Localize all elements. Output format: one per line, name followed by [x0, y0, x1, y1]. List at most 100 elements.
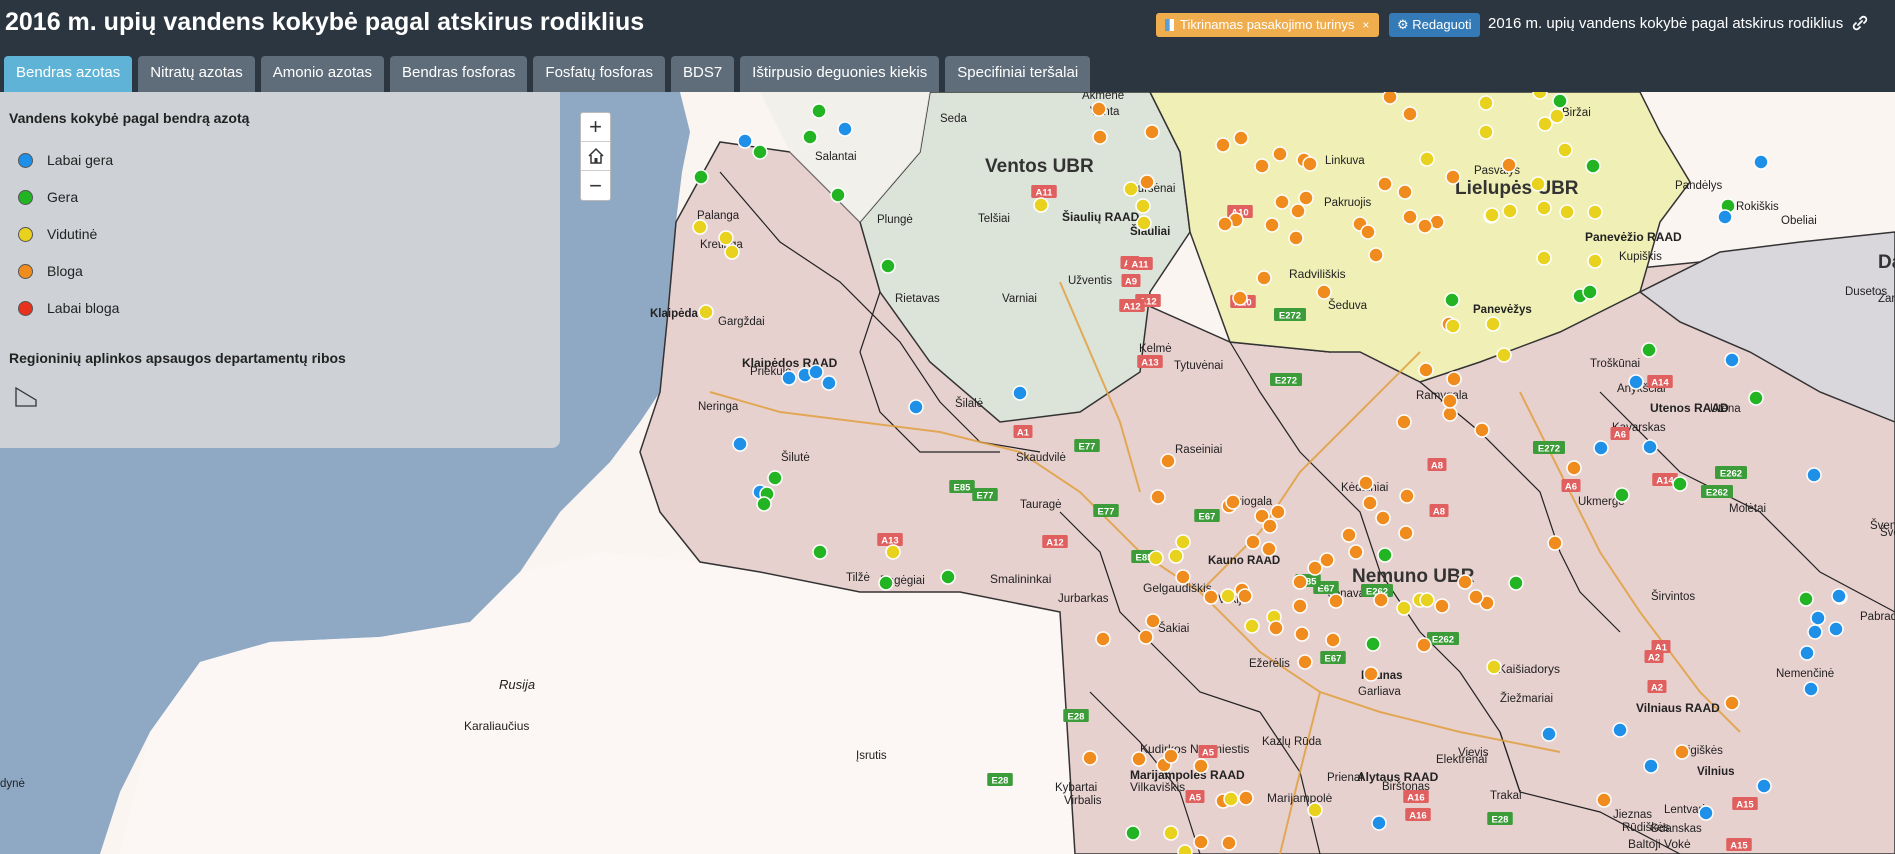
monitoring-station-marker[interactable] [1363, 666, 1379, 682]
monitoring-station-marker[interactable] [1362, 495, 1378, 511]
monitoring-station-marker[interactable] [756, 496, 772, 512]
monitoring-station-marker[interactable] [1177, 844, 1193, 854]
story-status-badge[interactable]: Tikrinamas pasakojimo turinys × [1156, 13, 1380, 37]
monitoring-station-marker[interactable] [1828, 621, 1844, 637]
monitoring-station-marker[interactable] [1724, 352, 1740, 368]
monitoring-station-marker[interactable] [1125, 825, 1141, 841]
monitoring-station-marker[interactable] [1402, 106, 1418, 122]
monitoring-station-marker[interactable] [1262, 518, 1278, 534]
monitoring-station-marker[interactable] [718, 230, 734, 246]
tab-fosfatu-fosforas[interactable]: Fosfatų fosforas [533, 56, 665, 92]
monitoring-station-marker[interactable] [1717, 209, 1733, 225]
monitoring-station-marker[interactable] [1316, 284, 1332, 300]
monitoring-station-marker[interactable] [1292, 598, 1308, 614]
monitoring-station-marker[interactable] [1373, 592, 1389, 608]
monitoring-station-marker[interactable] [1831, 588, 1847, 604]
monitoring-station-marker[interactable] [1221, 835, 1237, 851]
monitoring-station-marker[interactable] [1160, 453, 1176, 469]
monitoring-station-marker[interactable] [1484, 207, 1500, 223]
monitoring-station-marker[interactable] [693, 169, 709, 185]
monitoring-station-marker[interactable] [1446, 371, 1462, 387]
monitoring-station-marker[interactable] [1256, 270, 1272, 286]
monitoring-station-marker[interactable] [1382, 92, 1398, 105]
monitoring-station-marker[interactable] [830, 187, 846, 203]
monitoring-station-marker[interactable] [1375, 510, 1391, 526]
monitoring-station-marker[interactable] [1530, 176, 1546, 192]
monitoring-station-marker[interactable] [1244, 618, 1260, 634]
monitoring-station-marker[interactable] [1724, 695, 1740, 711]
monitoring-station-marker[interactable] [1012, 385, 1028, 401]
monitoring-station-marker[interactable] [1325, 632, 1341, 648]
monitoring-station-marker[interactable] [1270, 504, 1286, 520]
monitoring-station-marker[interactable] [1193, 834, 1209, 850]
monitoring-station-marker[interactable] [1418, 362, 1434, 378]
monitoring-station-marker[interactable] [1536, 200, 1552, 216]
monitoring-station-marker[interactable] [1803, 681, 1819, 697]
monitoring-station-marker[interactable] [1532, 92, 1548, 100]
monitoring-station-marker[interactable] [1358, 475, 1374, 491]
monitoring-station-marker[interactable] [1328, 593, 1344, 609]
monitoring-station-marker[interactable] [1136, 215, 1152, 231]
monitoring-station-marker[interactable] [1485, 316, 1501, 332]
monitoring-station-marker[interactable] [781, 370, 797, 386]
monitoring-station-marker[interactable] [1377, 176, 1393, 192]
monitoring-station-marker[interactable] [1756, 778, 1772, 794]
monitoring-station-marker[interactable] [1628, 374, 1644, 390]
monitoring-station-marker[interactable] [808, 364, 824, 380]
monitoring-station-marker[interactable] [1557, 142, 1573, 158]
monitoring-station-marker[interactable] [837, 121, 853, 137]
monitoring-station-marker[interactable] [1163, 748, 1179, 764]
monitoring-station-marker[interactable] [1585, 158, 1601, 174]
monitoring-station-marker[interactable] [1341, 527, 1357, 543]
monitoring-station-marker[interactable] [940, 569, 956, 585]
monitoring-station-marker[interactable] [1496, 347, 1512, 363]
monitoring-station-marker[interactable] [1417, 218, 1433, 234]
monitoring-station-marker[interactable] [1419, 151, 1435, 167]
tab-amonio-azotas[interactable]: Amonio azotas [260, 56, 385, 92]
monitoring-station-marker[interactable] [737, 133, 753, 149]
monitoring-station-marker[interactable] [1442, 406, 1458, 422]
monitoring-station-marker[interactable] [1474, 422, 1490, 438]
monitoring-station-marker[interactable] [1748, 390, 1764, 406]
monitoring-station-marker[interactable] [878, 575, 894, 591]
monitoring-station-marker[interactable] [1468, 589, 1484, 605]
monitoring-station-marker[interactable] [1148, 550, 1164, 566]
monitoring-station-marker[interactable] [1614, 487, 1630, 503]
zoom-in-button[interactable]: + [581, 113, 610, 142]
monitoring-station-marker[interactable] [1288, 230, 1304, 246]
monitoring-station-marker[interactable] [1238, 790, 1254, 806]
monitoring-station-marker[interactable] [1139, 174, 1155, 190]
monitoring-station-marker[interactable] [1508, 575, 1524, 591]
monitoring-station-marker[interactable] [1274, 194, 1290, 210]
monitoring-station-marker[interactable] [812, 544, 828, 560]
monitoring-station-marker[interactable] [1264, 217, 1280, 233]
monitoring-station-marker[interactable] [1360, 224, 1376, 240]
tab-bds7[interactable]: BDS7 [670, 56, 735, 92]
monitoring-station-marker[interactable] [1799, 645, 1815, 661]
monitoring-station-marker[interactable] [1549, 108, 1565, 124]
monitoring-station-marker[interactable] [1272, 146, 1288, 162]
legend-item-labai-gera[interactable]: Labai gera [18, 150, 113, 170]
monitoring-station-marker[interactable] [692, 219, 708, 235]
monitoring-station-marker[interactable] [1397, 184, 1413, 200]
monitoring-station-marker[interactable] [724, 244, 740, 260]
monitoring-station-marker[interactable] [1486, 659, 1502, 675]
monitoring-station-marker[interactable] [1168, 548, 1184, 564]
monitoring-station-marker[interactable] [1596, 792, 1612, 808]
monitoring-station-marker[interactable] [1294, 626, 1310, 642]
monitoring-station-marker[interactable] [1261, 541, 1277, 557]
monitoring-station-marker[interactable] [1566, 460, 1582, 476]
monitoring-station-marker[interactable] [1445, 318, 1461, 334]
monitoring-station-marker[interactable] [1478, 95, 1494, 111]
tab-bendras-azotas[interactable]: Bendras azotas [4, 56, 133, 92]
monitoring-station-marker[interactable] [767, 470, 783, 486]
monitoring-station-marker[interactable] [1559, 204, 1575, 220]
monitoring-station-marker[interactable] [1145, 613, 1161, 629]
monitoring-station-marker[interactable] [1215, 137, 1231, 153]
monitoring-station-marker[interactable] [1612, 722, 1628, 738]
monitoring-station-marker[interactable] [1163, 825, 1179, 841]
monitoring-station-marker[interactable] [1642, 439, 1658, 455]
monitoring-station-marker[interactable] [1641, 342, 1657, 358]
legend-item-bloga[interactable]: Bloga [18, 261, 83, 281]
tab-bendras-fosforas[interactable]: Bendras fosforas [390, 56, 528, 92]
